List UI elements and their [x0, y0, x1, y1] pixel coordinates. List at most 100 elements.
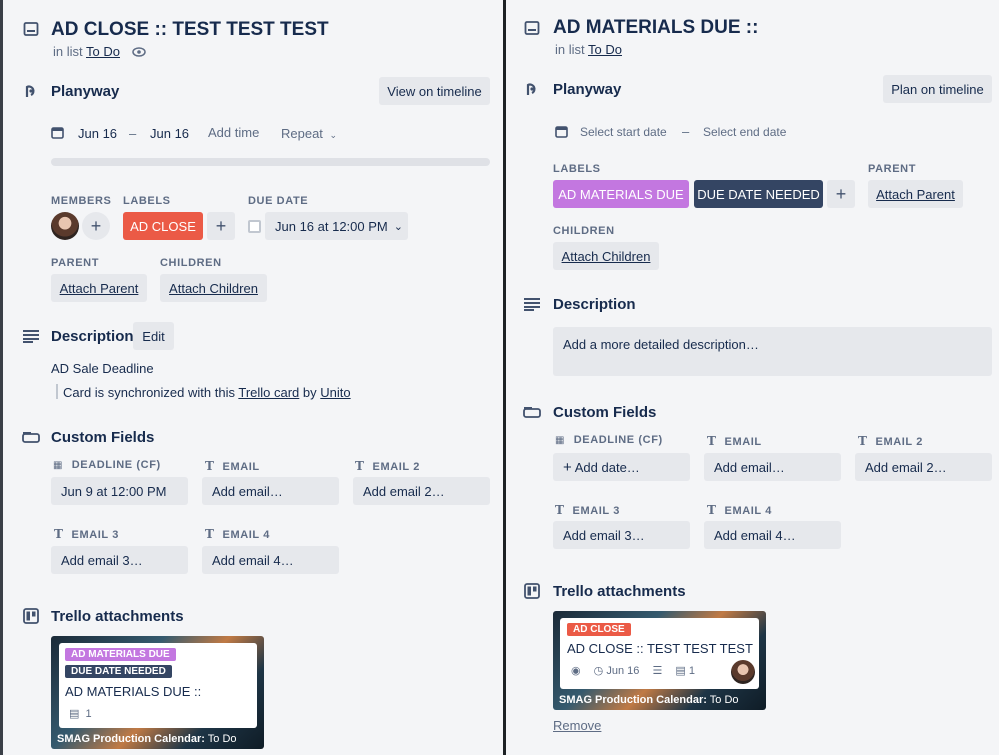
list-link[interactable]: To Do: [86, 44, 120, 59]
planyway-icon: [522, 79, 542, 99]
watch-icon[interactable]: [131, 44, 146, 59]
text-field-icon: T: [555, 503, 565, 517]
label-ad-materials-due[interactable]: AD MATERIALS DUE: [553, 180, 689, 208]
deadline-cf-label-text: DEADLINE (CF): [573, 434, 663, 446]
due-complete-checkbox[interactable]: [248, 220, 261, 233]
sync-prefix: Card is synchronized with this: [63, 385, 235, 400]
email3-label-text: EMAIL 3: [71, 529, 119, 541]
deadline-cf-label: ▦ DEADLINE (CF): [555, 434, 663, 446]
mini-label-ad-close: AD CLOSE: [567, 623, 631, 636]
date-separator: –: [682, 124, 690, 139]
mini-card-badges: ◉ ◷ Jun 16 ☰ ▤ 1: [571, 664, 695, 677]
email-label-text: EMAIL: [724, 436, 762, 448]
trello-icon: [21, 606, 41, 626]
in-list: in list To Do: [53, 44, 146, 59]
description-input[interactable]: Add a more detailed description…: [553, 327, 992, 376]
add-member-button[interactable]: +: [82, 212, 110, 240]
unito-link[interactable]: Unito: [320, 385, 350, 400]
label-due-date-needed[interactable]: DUE DATE NEEDED: [694, 180, 823, 208]
planyway-heading: Planyway: [51, 83, 120, 100]
description-heading: Description: [51, 328, 134, 345]
text-field-icon: T: [355, 459, 365, 473]
deadline-cf-label-text: DEADLINE (CF): [71, 459, 161, 471]
quote-bar: [56, 384, 58, 399]
checklist-icon: ▤: [69, 708, 80, 720]
board-name: SMAG Production Calendar:: [559, 694, 707, 706]
calendar-icon: [48, 123, 66, 141]
board-list: To Do: [709, 694, 739, 706]
text-field-icon: T: [707, 434, 717, 448]
mini-label-ad-materials-due: AD MATERIALS DUE: [65, 648, 176, 661]
attach-parent-button[interactable]: Attach Parent: [51, 274, 147, 302]
email-label-text: EMAIL: [222, 461, 260, 473]
description-icon: [522, 294, 542, 314]
remove-attachment-link[interactable]: Remove: [553, 718, 601, 733]
start-date[interactable]: Jun 16: [78, 126, 117, 141]
deadline-cf-field[interactable]: + Add date…: [553, 453, 690, 481]
mini-card-count: 1: [85, 708, 92, 720]
trello-attachment-card[interactable]: AD MATERIALS DUE DUE DATE NEEDED AD MATE…: [51, 636, 264, 749]
email3-label-text: EMAIL 3: [572, 505, 620, 517]
deadline-cf-field[interactable]: Jun 9 at 12:00 PM: [51, 477, 188, 505]
email4-field[interactable]: Add email 4…: [704, 521, 841, 549]
label-ad-close[interactable]: AD CLOSE: [123, 212, 203, 240]
planyway-icon: [21, 81, 41, 101]
email4-label: T EMAIL 4: [205, 527, 270, 541]
attach-children-button[interactable]: Attach Children: [553, 242, 659, 270]
date-separator: –: [129, 126, 137, 141]
children-label: CHILDREN: [553, 225, 615, 237]
member-avatar[interactable]: [51, 212, 79, 240]
attach-children-button[interactable]: Attach Children: [160, 274, 267, 302]
email-field[interactable]: Add email…: [202, 477, 339, 505]
in-list: in list To Do: [555, 42, 622, 57]
due-date-button[interactable]: Jun 16 at 12:00 PM ⌄: [265, 212, 408, 240]
labels-label: LABELS: [123, 195, 171, 207]
sync-note: Card is synchronized with this Trello ca…: [63, 385, 351, 400]
email4-label-text: EMAIL 4: [222, 529, 270, 541]
attach-parent-button[interactable]: Attach Parent: [868, 180, 963, 208]
card-icon: [21, 19, 41, 39]
in-list-prefix: in list: [53, 44, 83, 59]
email-label: T EMAIL: [707, 434, 762, 448]
email2-field[interactable]: Add email 2…: [353, 477, 490, 505]
email2-label-text: EMAIL 2: [875, 436, 923, 448]
repeat-dropdown[interactable]: Repeat ⌄: [281, 126, 337, 141]
list-link[interactable]: To Do: [588, 42, 622, 57]
add-time-link[interactable]: Add time: [208, 125, 259, 140]
custom-fields-heading: Custom Fields: [51, 429, 155, 446]
select-start-date[interactable]: Select start date: [580, 125, 667, 139]
email4-field[interactable]: Add email 4…: [202, 546, 339, 574]
trello-card-link[interactable]: Trello card: [238, 385, 299, 400]
email-label: T EMAIL: [205, 459, 260, 473]
plan-on-timeline-button[interactable]: Plan on timeline: [883, 75, 992, 103]
card-title[interactable]: AD CLOSE :: TEST TEST TEST: [51, 19, 329, 41]
end-date[interactable]: Jun 16: [150, 126, 189, 141]
edit-description-button[interactable]: Edit: [133, 322, 174, 350]
email-field[interactable]: Add email…: [704, 453, 841, 481]
board-footer: SMAG Production Calendar: To Do: [559, 694, 739, 706]
add-label-button[interactable]: +: [207, 212, 235, 240]
email2-field[interactable]: Add email 2…: [855, 453, 992, 481]
select-end-date[interactable]: Select end date: [703, 125, 786, 139]
mini-card: AD CLOSE AD CLOSE :: TEST TEST TEST ◉ ◷ …: [560, 618, 759, 689]
email3-field[interactable]: Add email 3…: [553, 521, 690, 549]
board-name: SMAG Production Calendar:: [57, 733, 205, 745]
view-on-timeline-button[interactable]: View on timeline: [379, 77, 490, 105]
children-label: CHILDREN: [160, 257, 222, 269]
trello-attachment-card[interactable]: AD CLOSE AD CLOSE :: TEST TEST TEST ◉ ◷ …: [553, 611, 766, 710]
email3-field[interactable]: Add email 3…: [51, 546, 188, 574]
email2-label: T EMAIL 2: [858, 434, 923, 448]
plus-icon: +: [563, 458, 572, 476]
labels-label: LABELS: [553, 163, 601, 175]
board-footer: SMAG Production Calendar: To Do: [57, 733, 237, 745]
mini-card-date: Jun 16: [606, 665, 640, 677]
description-icon: [21, 326, 41, 346]
description-icon: ☰: [652, 665, 663, 677]
due-date-label: DUE DATE: [248, 195, 309, 207]
mini-card-title: AD MATERIALS DUE ::: [65, 684, 202, 699]
parent-label: PARENT: [51, 257, 100, 269]
email4-label-text: EMAIL 4: [724, 505, 772, 517]
card-detail-ad-materials-due: AD MATERIALS DUE :: in list To Do Planyw…: [506, 0, 999, 755]
card-title[interactable]: AD MATERIALS DUE ::: [553, 17, 758, 39]
add-label-button[interactable]: +: [827, 180, 855, 208]
